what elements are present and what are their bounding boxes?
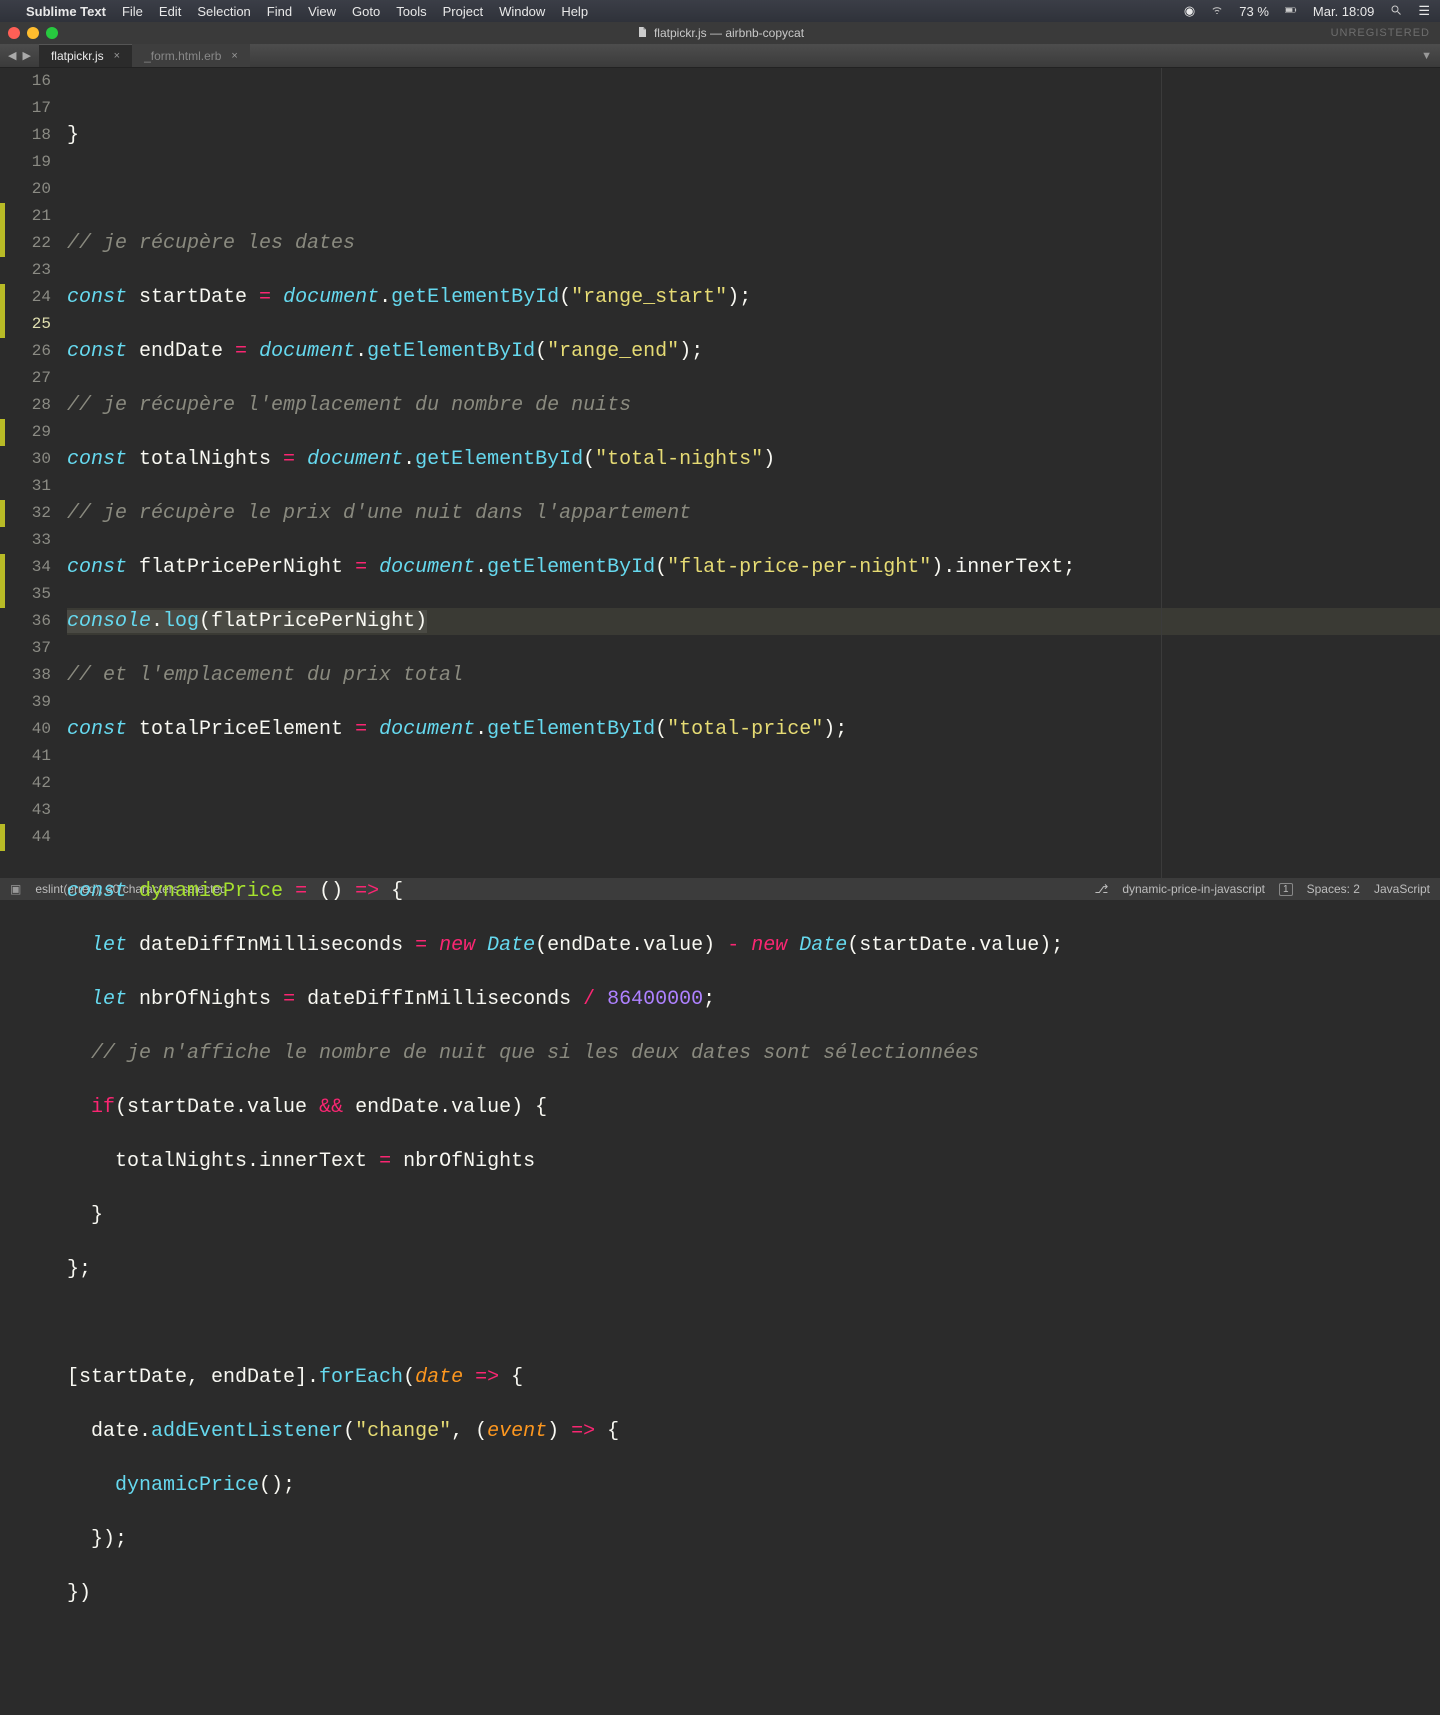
- code-editor[interactable]: 1617181920212223242526272829303132333435…: [0, 68, 1440, 878]
- tab-label: flatpickr.js: [51, 49, 104, 63]
- unregistered-label: UNREGISTERED: [1331, 27, 1430, 39]
- code-content[interactable]: } // je récupère les dates const startDa…: [61, 68, 1440, 878]
- nav-forward-icon[interactable]: ▶: [22, 49, 30, 62]
- menu-tools[interactable]: Tools: [396, 4, 426, 19]
- window-title: flatpickr.js — airbnb-copycat: [654, 26, 804, 40]
- control-center-icon[interactable]: ☰: [1418, 3, 1430, 19]
- menu-project[interactable]: Project: [443, 4, 483, 19]
- line-number-gutter[interactable]: 1617181920212223242526272829303132333435…: [5, 68, 61, 878]
- ruler: [1161, 68, 1162, 878]
- window-titlebar: flatpickr.js — airbnb-copycat UNREGISTER…: [0, 22, 1440, 44]
- menu-app-name[interactable]: Sublime Text: [26, 4, 106, 19]
- menu-file[interactable]: File: [122, 4, 143, 19]
- menu-goto[interactable]: Goto: [352, 4, 380, 19]
- tab-flatpickr[interactable]: flatpickr.js ×: [39, 44, 132, 67]
- close-tab-icon[interactable]: ×: [231, 50, 237, 62]
- menu-help[interactable]: Help: [561, 4, 588, 19]
- panel-toggle-icon[interactable]: ▣: [10, 882, 21, 896]
- tab-bar: ◀ ▶ flatpickr.js × _form.html.erb × ▼: [0, 44, 1440, 68]
- screen-record-icon[interactable]: ◉: [1184, 3, 1195, 19]
- tab-label: _form.html.erb: [144, 49, 221, 63]
- clock[interactable]: Mar. 18:09: [1313, 4, 1374, 19]
- close-tab-icon[interactable]: ×: [114, 50, 120, 62]
- tab-overflow-icon[interactable]: ▼: [1421, 50, 1432, 62]
- tab-form-erb[interactable]: _form.html.erb ×: [132, 44, 250, 67]
- macos-menubar: Sublime Text File Edit Selection Find Vi…: [0, 0, 1440, 22]
- battery-percent: 73 %: [1239, 4, 1269, 19]
- menu-edit[interactable]: Edit: [159, 4, 181, 19]
- menu-view[interactable]: View: [308, 4, 336, 19]
- menu-window[interactable]: Window: [499, 4, 545, 19]
- menu-find[interactable]: Find: [267, 4, 292, 19]
- document-icon: [636, 26, 648, 41]
- battery-icon[interactable]: [1285, 4, 1297, 19]
- wifi-icon[interactable]: [1211, 4, 1223, 19]
- nav-back-icon[interactable]: ◀: [8, 49, 16, 62]
- menu-selection[interactable]: Selection: [197, 4, 250, 19]
- spotlight-icon[interactable]: [1390, 4, 1402, 19]
